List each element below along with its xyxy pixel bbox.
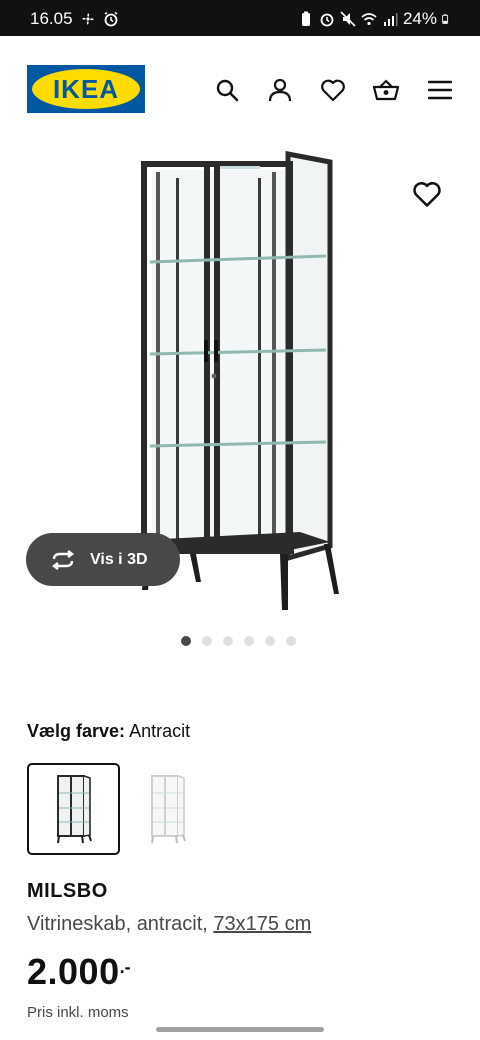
cart-button[interactable] [372, 76, 400, 104]
favourite-product-button[interactable] [412, 180, 442, 210]
color-swatch-antracit[interactable] [27, 763, 120, 855]
color-swatch-hvid[interactable] [121, 763, 214, 855]
pagination-dot[interactable] [181, 636, 191, 646]
status-time: 16.05 [30, 9, 73, 28]
mute-icon [340, 11, 356, 27]
color-selected-value: Antracit [129, 721, 191, 741]
menu-icon [428, 80, 452, 100]
search-icon [216, 79, 239, 102]
home-indicator[interactable] [156, 1027, 324, 1032]
status-bar: 16.05 24% [0, 0, 480, 36]
price-note: Pris inkl. moms [27, 1004, 129, 1021]
rotate-icon [52, 549, 74, 570]
wifi-icon [361, 13, 377, 26]
gallery-pagination [181, 636, 296, 646]
cabinet-thumbnail-white [150, 775, 186, 844]
signal-icon [383, 13, 398, 26]
color-label: Vælg farve: Antracit [27, 721, 190, 742]
product-name: MILSBO [27, 880, 108, 902]
heart-icon [413, 182, 441, 207]
logo-text: IKEA [52, 73, 120, 104]
product-description-text: Vitrineskab, antracit, [27, 913, 214, 935]
battery-icon [442, 14, 449, 24]
menu-button[interactable] [426, 76, 454, 104]
user-icon [268, 78, 292, 102]
profile-button[interactable] [266, 76, 294, 104]
price-suffix: .- [119, 957, 131, 977]
app-header: IKEA [0, 36, 480, 136]
pagination-dot[interactable] [265, 636, 275, 646]
product-description: Vitrineskab, antracit, 73x175 cm [27, 913, 311, 936]
alarm-icon [320, 13, 334, 27]
alarm-icon [104, 11, 118, 27]
basket-icon [372, 79, 400, 101]
pagination-dot[interactable] [223, 636, 233, 646]
favourites-button[interactable] [319, 76, 347, 104]
price-value: 2.000 [27, 951, 120, 992]
color-label-title: Vælg farve: [27, 721, 126, 741]
pagination-dot[interactable] [244, 636, 254, 646]
product-dimensions-link[interactable]: 73x175 cm [213, 913, 311, 935]
battery-percent: 24% [402, 9, 437, 28]
product-price: 2.000 .- [27, 951, 131, 993]
fan-icon [82, 13, 94, 25]
battery-saver-icon [301, 11, 310, 26]
pagination-dot[interactable] [286, 636, 296, 646]
cabinet-thumbnail-dark [56, 775, 92, 844]
pagination-dot[interactable] [202, 636, 212, 646]
view-3d-button[interactable]: Vis i 3D [26, 533, 180, 586]
heart-icon [321, 79, 345, 102]
ikea-logo[interactable]: IKEA [27, 65, 145, 113]
search-button[interactable] [213, 76, 241, 104]
view-3d-label: Vis i 3D [90, 550, 148, 568]
logo-oval: IKEA [32, 69, 140, 109]
